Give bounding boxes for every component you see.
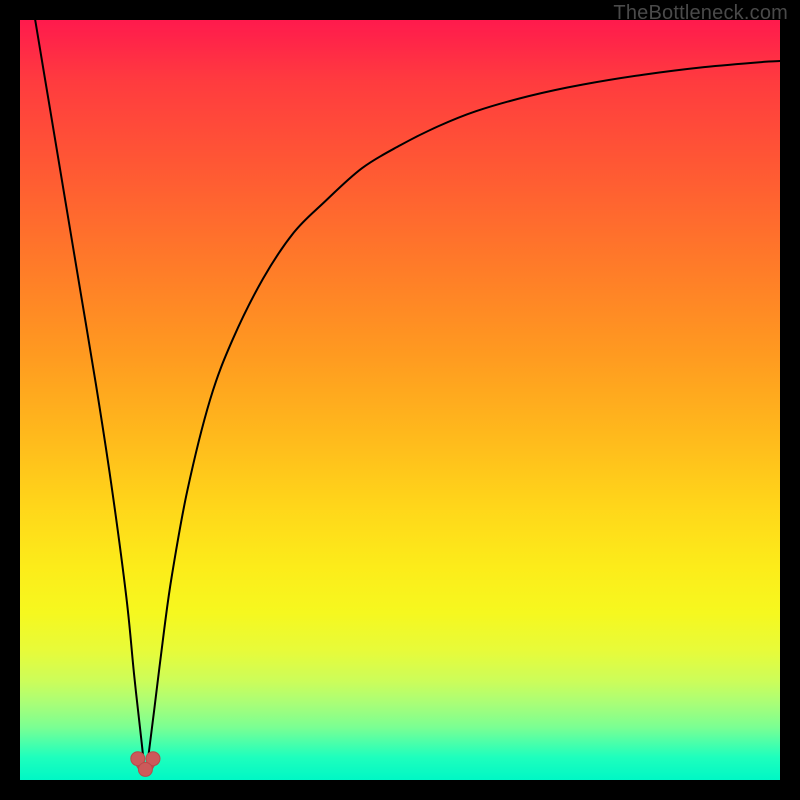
bottleneck-curve [35,20,780,773]
optimum-marker-group [131,752,160,777]
watermark-text: TheBottleneck.com [613,2,788,25]
chart-frame [20,20,780,780]
optimum-marker-dot [138,762,152,776]
chart-svg [20,20,780,780]
